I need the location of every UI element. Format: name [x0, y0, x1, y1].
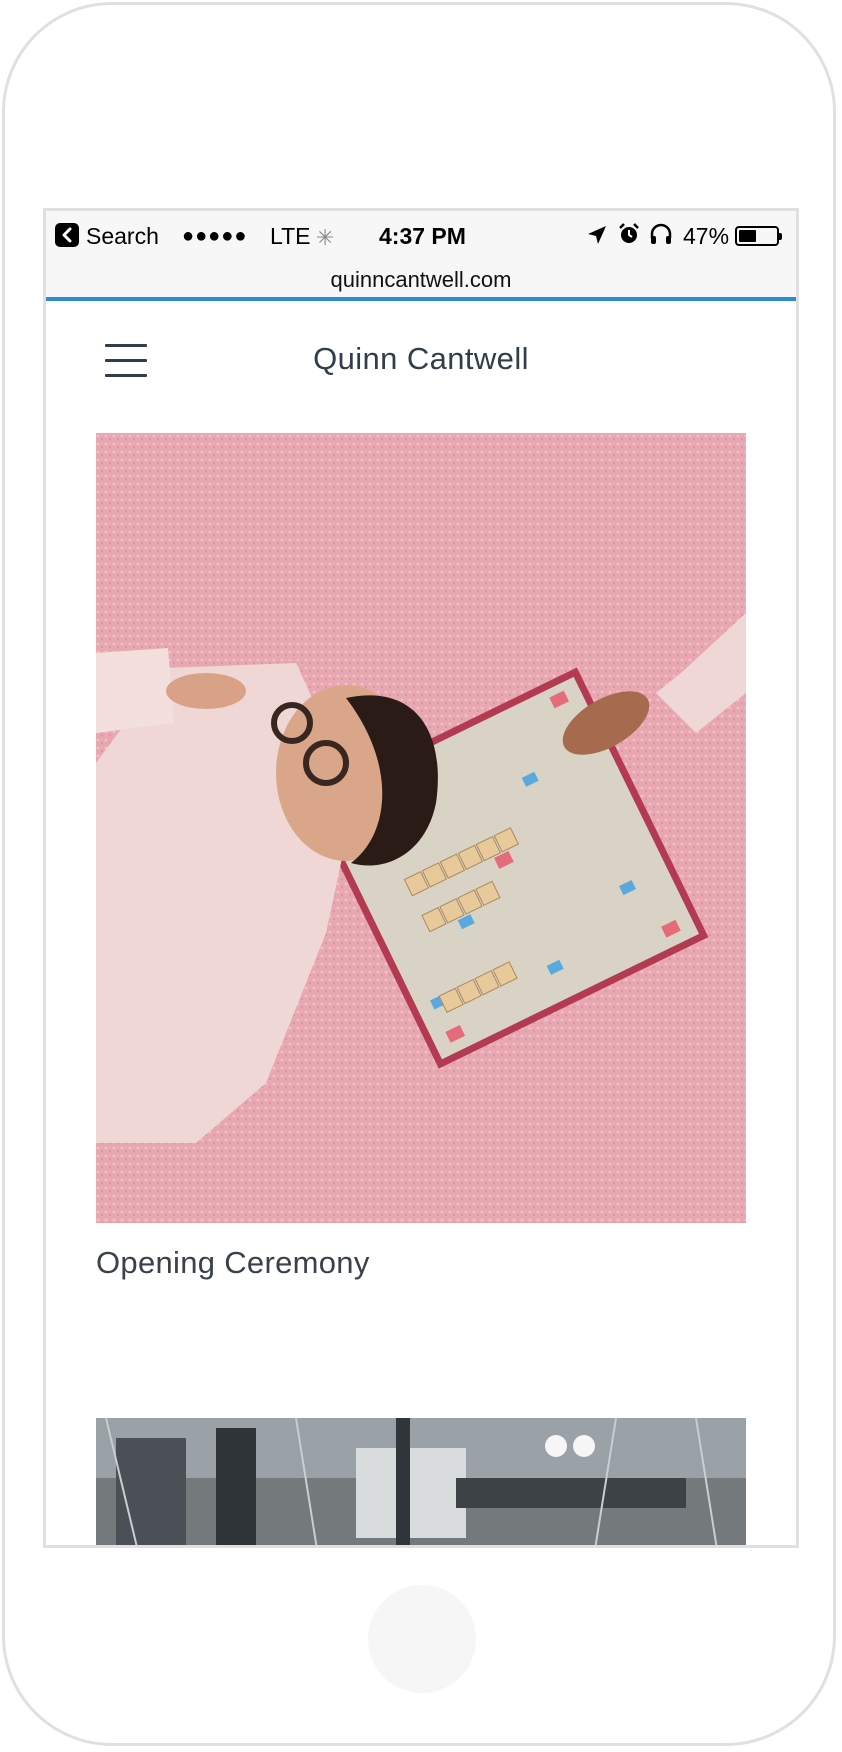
project-caption[interactable]: Opening Ceremony	[96, 1245, 746, 1281]
status-bar: Search ●●●●● LTE ✳ 4:37 PM 47%	[46, 211, 796, 267]
activity-spinner-icon: ✳	[316, 225, 335, 250]
headphones-icon	[649, 222, 673, 253]
project-photo[interactable]	[96, 433, 746, 1223]
project-card[interactable]: Opening Ceremony	[96, 433, 746, 1281]
back-to-app-label[interactable]: Search	[86, 221, 159, 251]
back-to-app-icon[interactable]	[55, 223, 79, 247]
network-type: LTE	[270, 223, 311, 249]
alarm-clock-icon	[617, 222, 641, 253]
address-bar[interactable]: quinncantwell.com	[46, 267, 796, 297]
device-screen: Search ●●●●● LTE ✳ 4:37 PM 47% quinncant…	[43, 208, 799, 1548]
battery-percent: 47%	[683, 223, 730, 249]
battery-icon	[735, 226, 782, 246]
location-arrow-icon	[586, 223, 608, 253]
status-time: 4:37 PM	[379, 223, 466, 249]
signal-strength: ●●●●●	[182, 225, 248, 247]
home-button[interactable]	[368, 1585, 476, 1693]
project-card[interactable]	[96, 1418, 746, 1545]
project-photo[interactable]	[96, 1418, 746, 1545]
page-load-progress	[46, 297, 796, 301]
site-title[interactable]: Quinn Cantwell	[46, 341, 796, 377]
address-url[interactable]: quinncantwell.com	[331, 267, 512, 292]
battery-level-fill	[739, 230, 756, 242]
